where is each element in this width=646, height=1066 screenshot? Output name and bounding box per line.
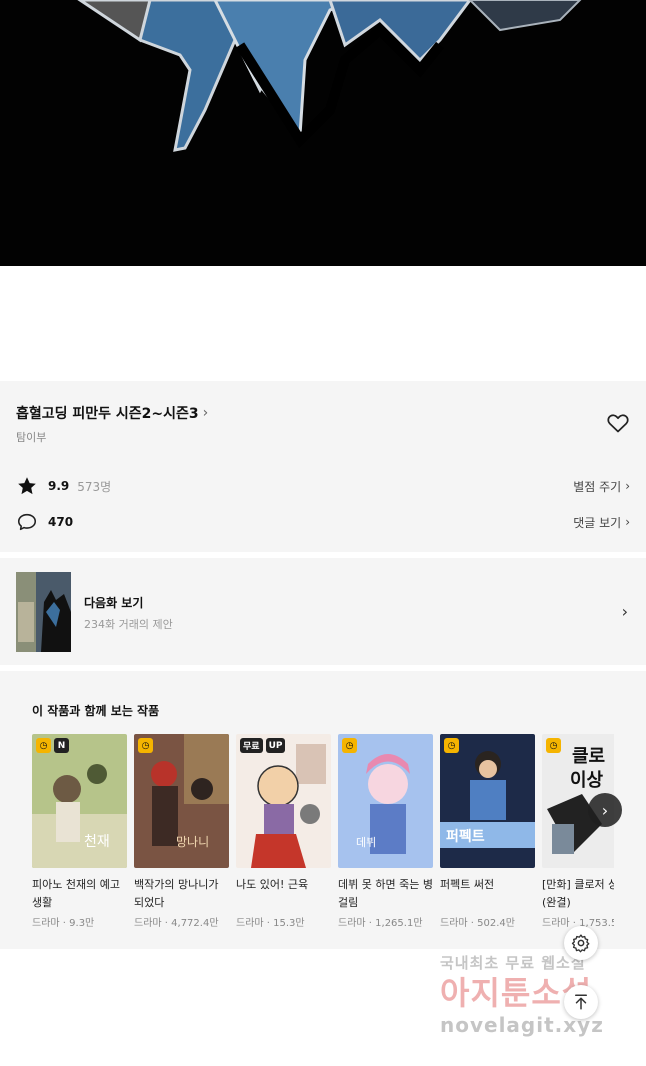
chevron-right-icon: › xyxy=(601,800,609,820)
svg-text:망나니: 망나니 xyxy=(176,835,209,849)
badge-group: ◷ xyxy=(444,738,459,753)
rate-button[interactable]: 별점 주기 › xyxy=(573,478,630,495)
scroll-top-button[interactable] xyxy=(564,985,598,1019)
clock-badge-icon: ◷ xyxy=(138,738,153,753)
star-icon xyxy=(18,477,36,495)
work-author: 탐이부 xyxy=(16,431,47,444)
recommendation-cover: 데뷔 ◷ xyxy=(338,734,433,868)
work-title-link[interactable]: 흡혈고딩 피만두 시즌2~시즌3 › xyxy=(16,403,208,423)
work-info-card: 흡혈고딩 피만두 시즌2~시즌3 › 탐이부 9.9 573명 별점 주기 › … xyxy=(0,381,646,552)
recommendations-section: 이 작품과 함께 보는 작품 천재 ◷ N 피아노 천재의 예고 생활 드라마 … xyxy=(0,671,646,949)
svg-text:퍼펙트: 퍼펙트 xyxy=(446,828,485,845)
rating-row: 9.9 573명 별점 주기 › xyxy=(16,474,630,498)
recommendation-cover: 퍼펙트 ◷ xyxy=(440,734,535,868)
free-badge: 무료 xyxy=(240,738,263,753)
recommendation-cover: 망나니 ◷ xyxy=(134,734,229,868)
clock-badge-icon: ◷ xyxy=(342,738,357,753)
recommendation-title: 피아노 천재의 예고 생활 xyxy=(32,878,120,909)
chevron-right-icon: › xyxy=(202,405,209,421)
comments-button[interactable]: 댓글 보기 › xyxy=(573,514,630,531)
chevron-right-icon: › xyxy=(621,602,628,621)
recommendation-meta: 드라마 · 9.3만 xyxy=(32,918,95,929)
recommendation-genre: 드라마 xyxy=(236,918,264,929)
next-episode-subtitle: 234화 거래의 제안 xyxy=(84,618,173,631)
clock-badge-icon: ◷ xyxy=(36,738,51,753)
chevron-right-icon: › xyxy=(625,479,630,493)
recommendation-views: 15.3만 xyxy=(273,918,305,929)
badge-group: ◷ xyxy=(546,738,561,753)
recommendation-genre: 드라마 xyxy=(338,918,366,929)
rating-value: 9.9 xyxy=(48,479,70,493)
next-episode-thumbnail xyxy=(16,572,71,652)
recommendation-title: 데뷔 못 하면 죽는 병 걸림 xyxy=(338,878,433,909)
badge-group: ◷ N xyxy=(36,738,69,753)
heart-icon xyxy=(607,414,629,433)
watermark-line3: novelagit.xyz xyxy=(440,1013,604,1037)
up-badge: UP xyxy=(265,738,286,753)
recommendation-views: 9.3만 xyxy=(69,918,95,929)
recommendation-cover: 천재 ◷ N xyxy=(32,734,127,868)
recommendations-heading: 이 작품과 함께 보는 작품 xyxy=(32,704,160,718)
recommendation-meta: 드라마 · 502.4만 xyxy=(440,918,515,929)
recommendation-genre: 드라마 xyxy=(134,918,162,929)
watermark: 국내최초 무료 웹소설 아지툰소설 novelagit.xyz xyxy=(440,952,630,1037)
comments-button-label: 댓글 보기 xyxy=(573,515,622,530)
favorite-button[interactable] xyxy=(606,411,630,435)
badge-group: ◷ xyxy=(342,738,357,753)
clock-badge-icon: ◷ xyxy=(444,738,459,753)
carousel-next-button[interactable]: › xyxy=(588,793,622,827)
comment-count: 470 xyxy=(48,515,74,529)
svg-text:클로: 클로 xyxy=(572,746,605,767)
recommendation-title: 나도 있어! 근육 xyxy=(236,878,309,891)
recommendation-views: 502.4만 xyxy=(477,918,515,929)
recommendation-genre: 드라마 xyxy=(542,918,570,929)
comment-row: 470 댓글 보기 › xyxy=(16,510,630,534)
watermark-line2: 아지툰소설 xyxy=(440,974,593,1012)
rating-count: 573명 xyxy=(77,479,112,494)
svg-text:천재: 천재 xyxy=(84,834,110,850)
arrow-up-icon xyxy=(575,994,587,1010)
settings-button[interactable] xyxy=(564,926,598,960)
recommendation-views: 1,265.1만 xyxy=(375,918,423,929)
recommendation-meta: 드라마 · 15.3만 xyxy=(236,918,305,929)
recommendation-title: [만화] 클로저 상용 (완결) xyxy=(542,878,614,909)
next-episode-card[interactable]: 다음화 보기 234화 거래의 제안 › xyxy=(0,558,646,665)
recommendation-meta: 드라마 · 4,772.4만 xyxy=(134,918,219,929)
next-episode-label: 다음화 보기 xyxy=(84,596,144,610)
gear-icon xyxy=(571,934,590,953)
badge-group: ◷ xyxy=(138,738,153,753)
badge-group: 무료 UP xyxy=(240,738,286,753)
recommendation-title: 백작가의 망나니가 되었다 xyxy=(134,878,219,909)
recommendation-genre: 드라마 xyxy=(32,918,60,929)
watermark-line1: 국내최초 무료 웹소설 xyxy=(440,954,586,972)
clock-badge-icon: ◷ xyxy=(546,738,561,753)
comment-icon xyxy=(17,513,37,531)
recommendation-meta: 드라마 · 1,265.1만 xyxy=(338,918,423,929)
rate-button-label: 별점 주기 xyxy=(573,479,622,494)
work-title: 흡혈고딩 피만두 시즌2~시즌3 xyxy=(16,406,199,422)
recommendation-cover: 무료 UP xyxy=(236,734,331,868)
comic-panel-image xyxy=(0,0,646,266)
svg-text:데뷔: 데뷔 xyxy=(356,836,376,849)
recommendation-genre: 드라마 xyxy=(440,918,468,929)
chevron-right-icon: › xyxy=(625,515,630,529)
svg-text:이상: 이상 xyxy=(570,770,604,791)
recommendation-title: 퍼펙트 써전 xyxy=(440,878,495,891)
recommendations-carousel[interactable]: 천재 ◷ N 피아노 천재의 예고 생활 드라마 · 9.3만 망나니 ◷ 백작… xyxy=(32,734,614,944)
badge-label: N xyxy=(54,738,69,753)
recommendation-views: 4,772.4만 xyxy=(171,918,219,929)
